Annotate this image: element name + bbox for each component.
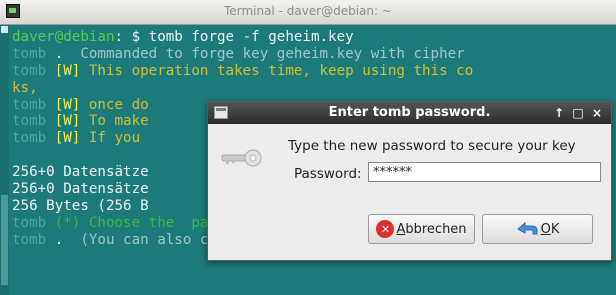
terminal-text: ks, [12, 79, 38, 96]
cancel-button[interactable]: ✕ Abbrechen [368, 214, 475, 244]
terminal-scrollbar[interactable] [0, 25, 9, 295]
password-label: Password: [294, 166, 362, 182]
terminal-text: . [46, 45, 72, 62]
terminal-line: tomb . Commanded to forge key geheim.key… [12, 46, 616, 63]
terminal-text: [W] [46, 113, 89, 130]
maximize-icon[interactable]: □ [570, 104, 586, 122]
terminal-text: tomb [12, 62, 47, 79]
scrollbar-thumb[interactable] [1, 195, 8, 285]
password-field[interactable] [368, 162, 601, 182]
key-icon [221, 149, 262, 167]
terminal-text: tomb [12, 45, 47, 62]
terminal-text: tomb [12, 96, 47, 113]
password-dialog: Enter tomb password. ↑ □ × Type the new … [207, 101, 612, 261]
terminal-text: 256+0 Datensätze [12, 164, 149, 181]
window-title: Terminal - daver@debian: ~ [224, 4, 392, 18]
dialog-titlebar[interactable]: Enter tomb password. ↑ □ × [208, 102, 611, 124]
window-titlebar[interactable]: Terminal - daver@debian: ~ [0, 0, 616, 25]
terminal-line: daver@debian: $ tomb forge -f geheim.key [12, 29, 616, 46]
terminal-text: tomb [12, 214, 47, 231]
ok-icon [516, 221, 538, 235]
terminal-text: tomb [12, 231, 47, 248]
terminal-text: [W] [46, 62, 89, 79]
terminal-text: To make [88, 113, 149, 130]
terminal-text: (*) [46, 214, 89, 231]
terminal-text: tomb [12, 113, 47, 130]
terminal-text: 256 Bytes (256 B [12, 197, 149, 214]
terminal-text: [W] [46, 130, 89, 147]
terminal-text: tomb [12, 130, 47, 147]
terminal-text: This operation takes time, keep using th… [88, 62, 474, 79]
keep-above-icon[interactable]: ↑ [551, 104, 567, 122]
ok-button[interactable]: OK [482, 214, 593, 244]
terminal-text: . [46, 231, 72, 248]
close-icon[interactable]: × [589, 104, 605, 122]
dialog-prompt: Type the new password to secure your key [288, 138, 576, 154]
terminal-text: : $ tomb forge -f geheim.key [114, 29, 354, 45]
cancel-label: Abbrechen [396, 221, 467, 237]
cancel-icon: ✕ [376, 220, 395, 238]
terminal-text: once do [88, 96, 149, 113]
terminal-text: daver@debian [12, 29, 115, 45]
scroll-up-arrow-icon[interactable] [1, 26, 8, 33]
terminal-text: 256+0 Datensätze [12, 181, 149, 198]
terminal-line: tomb [W] This operation takes time, keep… [12, 63, 616, 80]
ok-label: OK [540, 221, 560, 237]
terminal-line: ks, [12, 80, 616, 97]
terminal-text: [W] [46, 96, 89, 113]
terminal-text: If you [88, 130, 141, 147]
terminal-text: Commanded to forge key geheim.key with c… [71, 45, 465, 62]
